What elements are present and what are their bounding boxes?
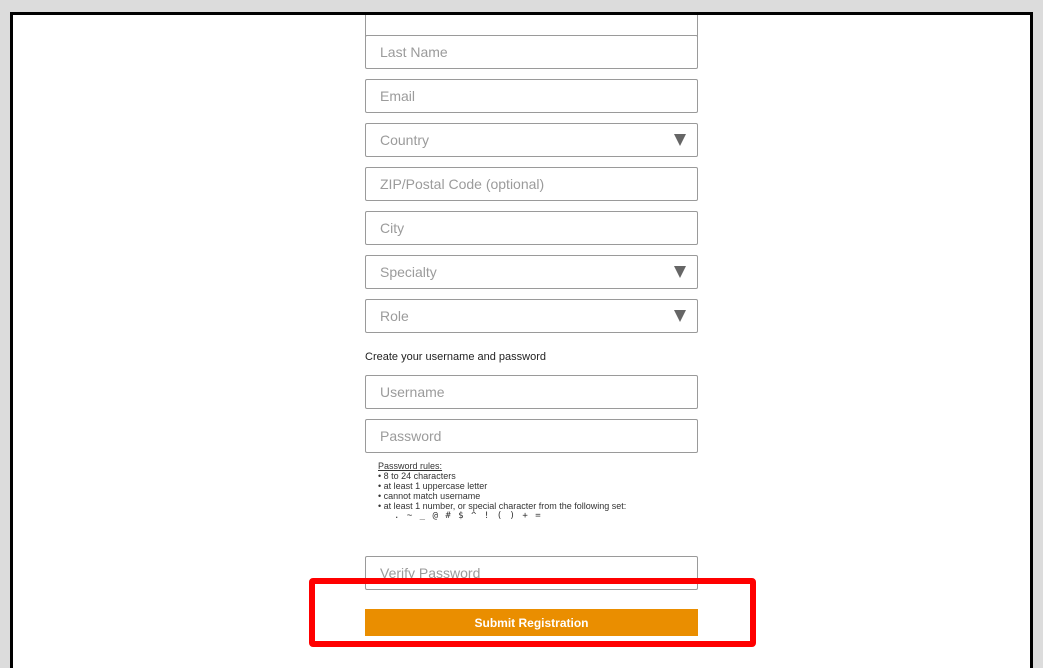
zip-placeholder: ZIP/Postal Code (optional) bbox=[380, 176, 545, 192]
password-rule: • at least 1 number, or special characte… bbox=[378, 501, 627, 511]
last-name-placeholder: Last Name bbox=[380, 44, 448, 60]
country-select[interactable]: Country bbox=[365, 123, 698, 157]
password-rules: Password rules: • 8 to 24 characters • a… bbox=[378, 461, 626, 521]
chevron-down-icon bbox=[674, 310, 686, 322]
password-rule: • 8 to 24 characters bbox=[378, 471, 456, 481]
last-name-field[interactable]: Last Name bbox=[365, 35, 698, 69]
credentials-label: Create your username and password bbox=[365, 351, 546, 363]
page-frame: Last Name Email Country ZIP/Postal Code … bbox=[10, 12, 1033, 668]
password-special-chars: . ~ _ @ # $ ^ ! ( ) + = bbox=[394, 511, 542, 521]
zip-field[interactable]: ZIP/Postal Code (optional) bbox=[365, 167, 698, 201]
chevron-down-icon bbox=[674, 266, 686, 278]
username-field[interactable]: Username bbox=[365, 375, 698, 409]
highlight-box bbox=[309, 578, 756, 647]
username-placeholder: Username bbox=[380, 384, 445, 400]
role-placeholder: Role bbox=[380, 308, 409, 324]
password-rule: • cannot match username bbox=[378, 491, 481, 501]
city-field[interactable]: City bbox=[365, 211, 698, 245]
specialty-select[interactable]: Specialty bbox=[365, 255, 698, 289]
country-placeholder: Country bbox=[380, 132, 430, 148]
city-placeholder: City bbox=[380, 220, 405, 236]
password-placeholder: Password bbox=[380, 428, 442, 444]
specialty-placeholder: Specialty bbox=[380, 264, 437, 280]
role-select[interactable]: Role bbox=[365, 299, 698, 333]
password-rules-title: Password rules: bbox=[378, 461, 443, 471]
password-rule: • at least 1 uppercase letter bbox=[378, 481, 488, 491]
chevron-down-icon bbox=[674, 134, 686, 146]
password-field[interactable]: Password bbox=[365, 419, 698, 453]
email-field[interactable]: Email bbox=[365, 79, 698, 113]
email-placeholder: Email bbox=[380, 88, 416, 104]
